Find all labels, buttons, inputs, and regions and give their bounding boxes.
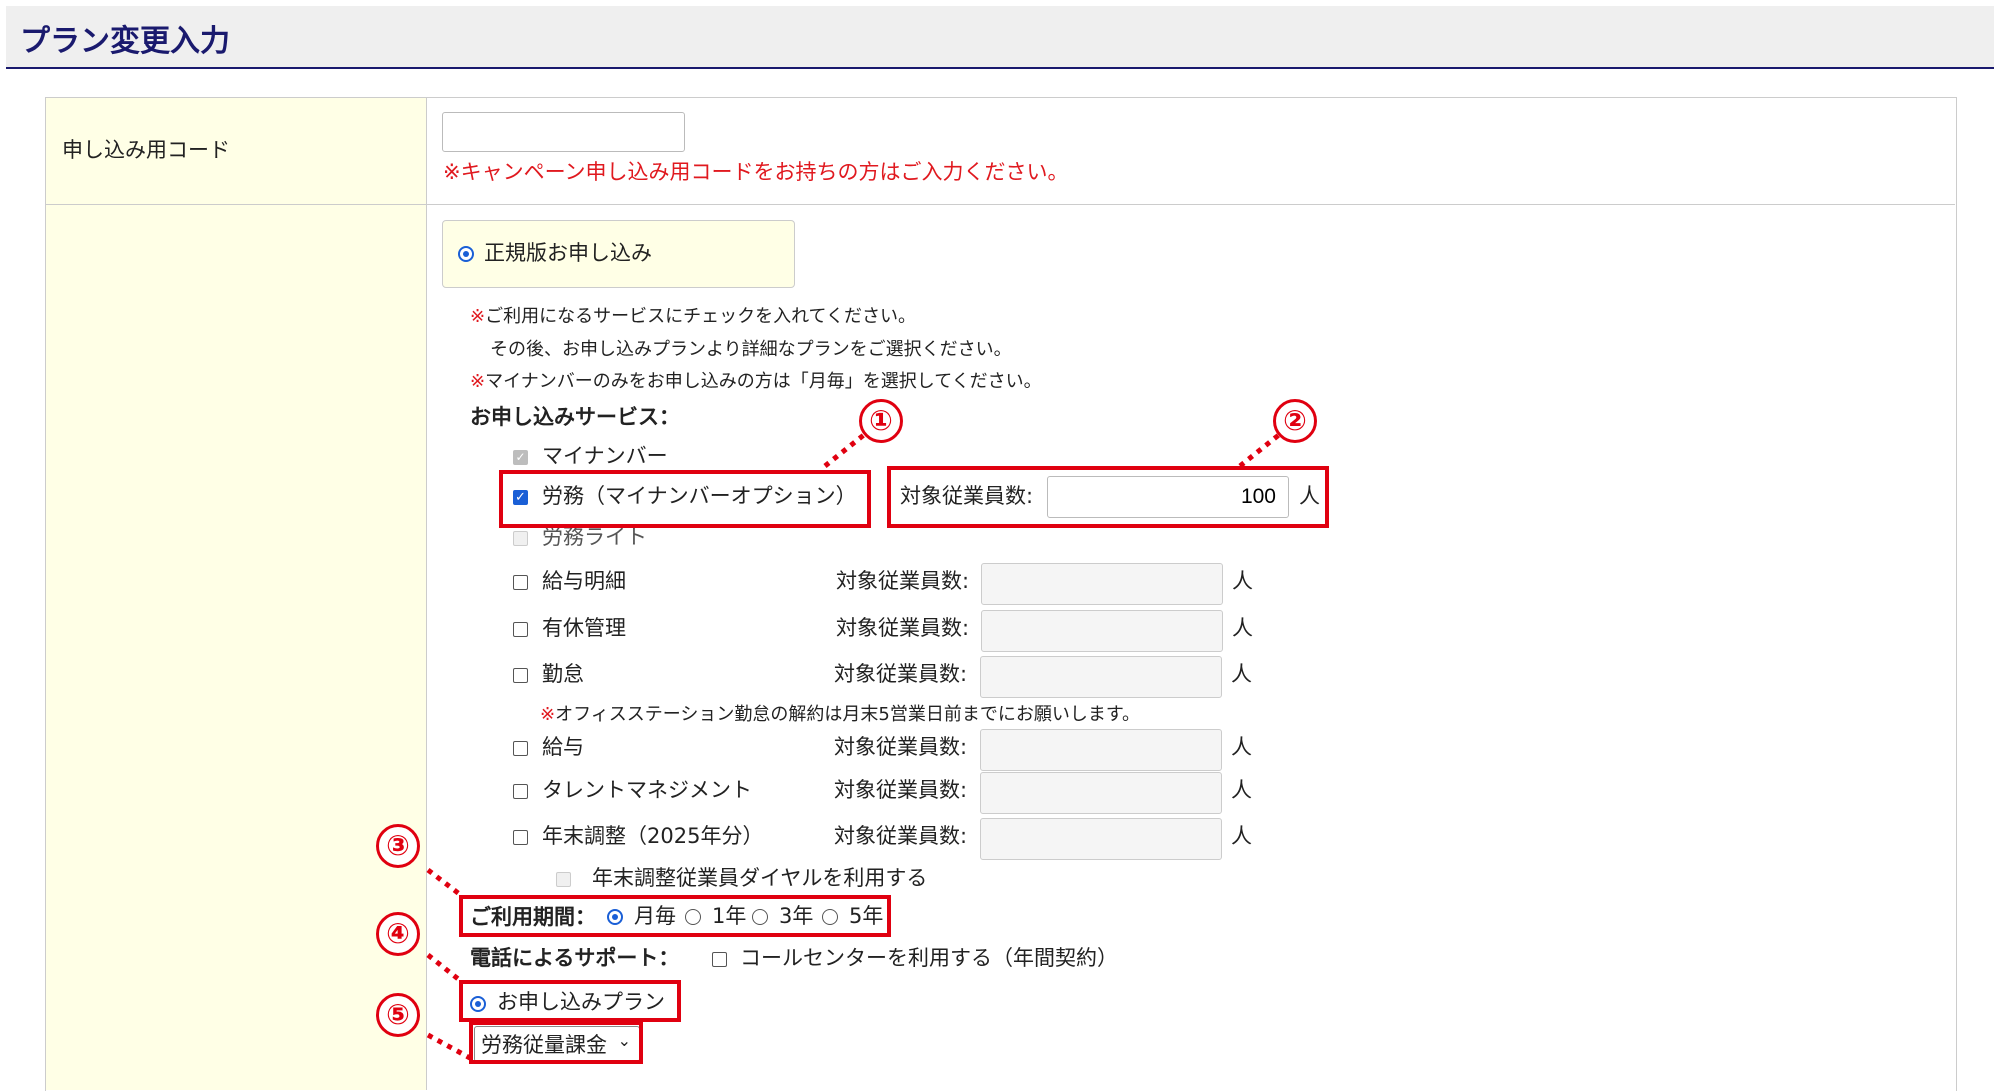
callout-connectors xyxy=(426,432,1282,1061)
callout-3: ③ xyxy=(376,824,420,868)
callout-5: ⑤ xyxy=(376,993,420,1037)
connector-line-1 xyxy=(823,432,867,468)
connector-line-5 xyxy=(426,1032,472,1061)
connector-line-4 xyxy=(426,953,464,984)
callout-4: ④ xyxy=(376,912,420,956)
connector-line-3 xyxy=(426,868,464,898)
callout-1: ① xyxy=(859,399,903,443)
callout-2: ② xyxy=(1273,399,1317,443)
connector-line-2 xyxy=(1238,432,1282,468)
